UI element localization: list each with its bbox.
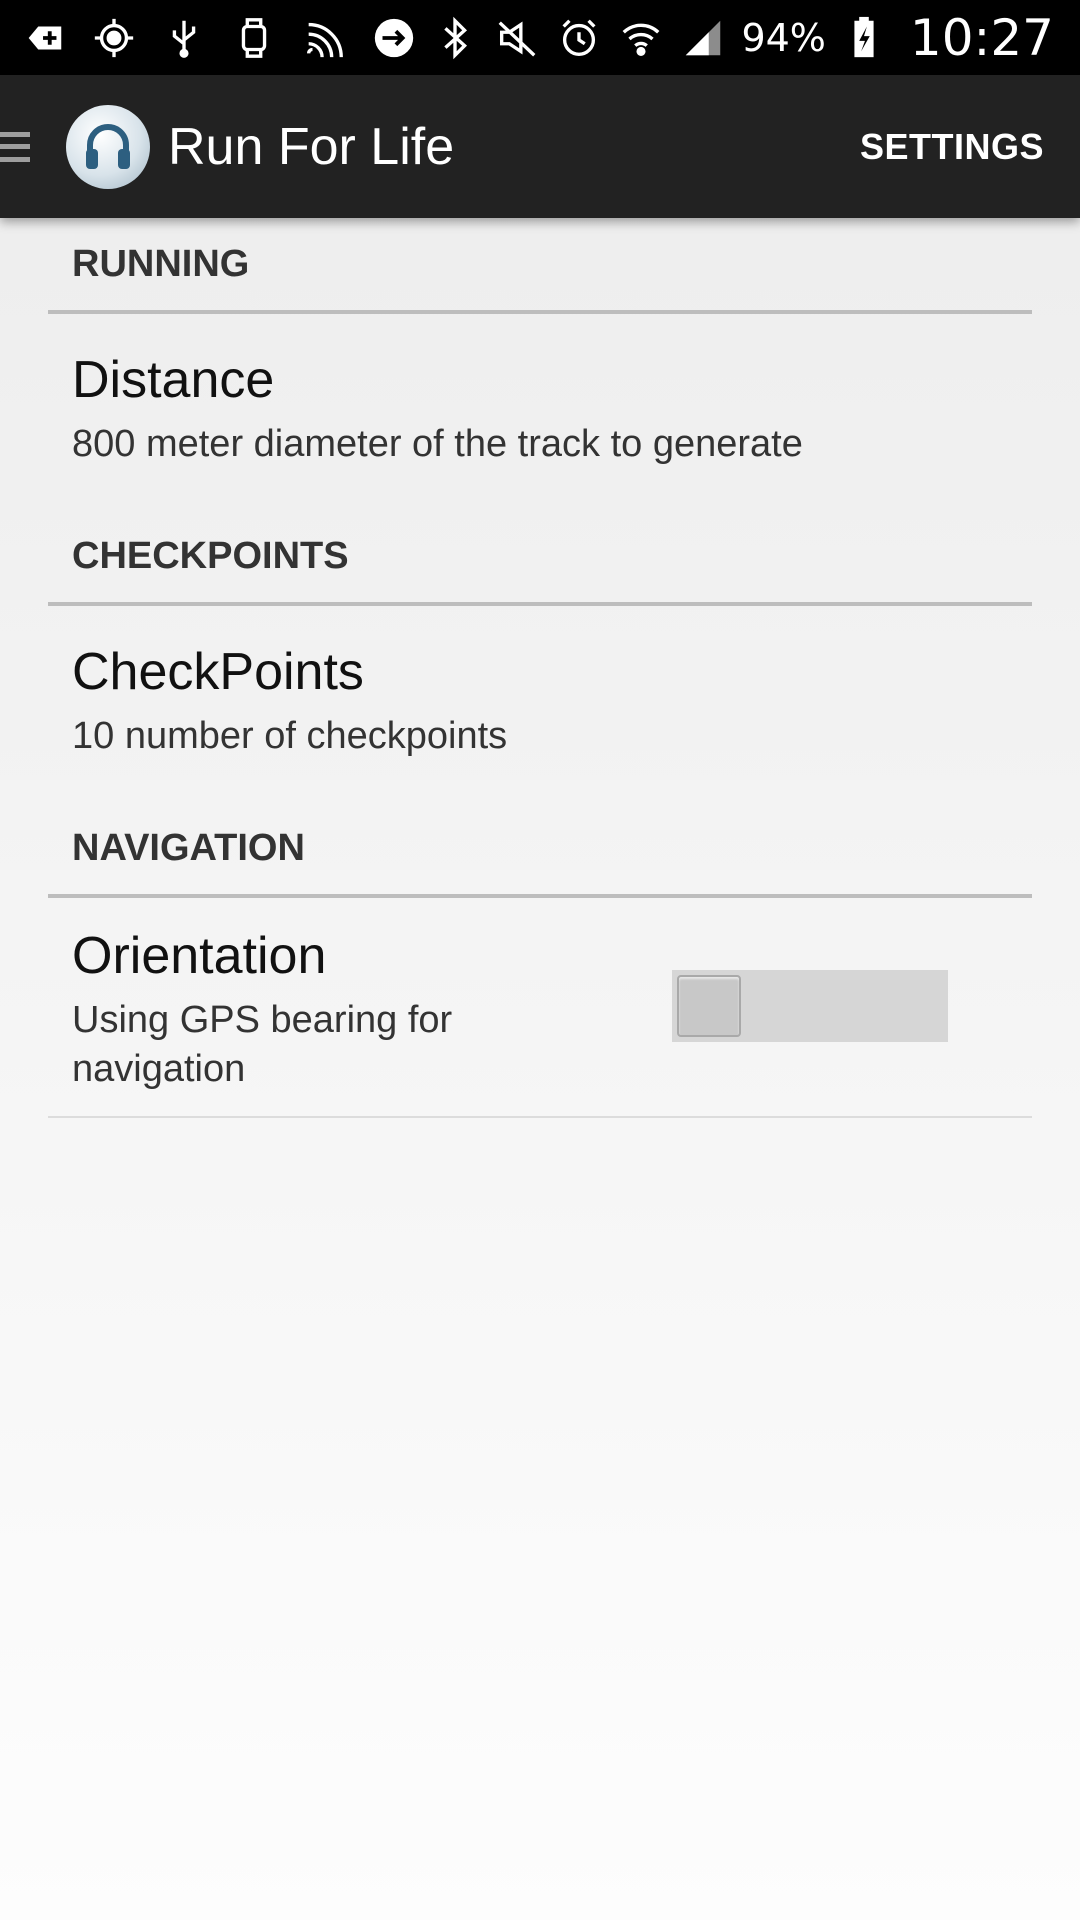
pref-summary: 800 meter diameter of the track to gener… bbox=[72, 423, 803, 465]
signal-icon bbox=[679, 14, 727, 62]
headphones-icon[interactable] bbox=[66, 104, 150, 189]
category-header-checkpoints: CHECKPOINTS bbox=[48, 510, 1032, 606]
gps-icon bbox=[90, 14, 138, 62]
smartwatch-icon bbox=[230, 14, 278, 62]
category-header-running: RUNNING bbox=[48, 218, 1032, 314]
preferences-list: RUNNING Distance 800 meter diameter of t… bbox=[0, 218, 1080, 1118]
drawer-menu-icon[interactable] bbox=[0, 122, 36, 172]
battery-percent: 94% bbox=[741, 15, 826, 60]
arrow-circle-icon bbox=[370, 14, 418, 62]
clock: 10:27 bbox=[909, 8, 1054, 67]
pref-checkpoints[interactable]: CheckPoints 10 number of checkpoints bbox=[48, 606, 1032, 802]
usb-icon bbox=[160, 14, 208, 62]
orientation-toggle[interactable] bbox=[672, 970, 948, 1042]
action-bar: Run For Life SETTINGS bbox=[0, 75, 1080, 218]
wifi-icon bbox=[617, 14, 665, 62]
status-icons-left bbox=[0, 14, 418, 62]
toggle-thumb[interactable] bbox=[677, 975, 741, 1037]
battery-charging-icon bbox=[840, 14, 888, 62]
pref-orientation[interactable]: Orientation Using GPS bearing for naviga… bbox=[48, 898, 1032, 1118]
app-title: Run For Life bbox=[168, 117, 455, 176]
alarm-icon bbox=[555, 14, 603, 62]
status-icons-right: 94% 10:27 bbox=[431, 9, 1080, 67]
pref-summary: 10 number of checkpoints bbox=[72, 715, 508, 757]
pref-title: CheckPoints bbox=[72, 643, 364, 701]
mute-icon bbox=[493, 14, 541, 62]
pref-title: Distance bbox=[72, 351, 275, 409]
settings-button[interactable]: SETTINGS bbox=[860, 126, 1044, 168]
category-header-navigation: NAVIGATION bbox=[48, 802, 1032, 898]
bluetooth-icon bbox=[431, 14, 479, 62]
add-icon bbox=[20, 14, 68, 62]
cast-icon bbox=[300, 14, 348, 62]
status-bar: 94% 10:27 bbox=[0, 0, 1080, 75]
pref-summary: Using GPS bearing for navigation bbox=[72, 999, 453, 1090]
pref-distance[interactable]: Distance 800 meter diameter of the track… bbox=[48, 314, 1032, 510]
